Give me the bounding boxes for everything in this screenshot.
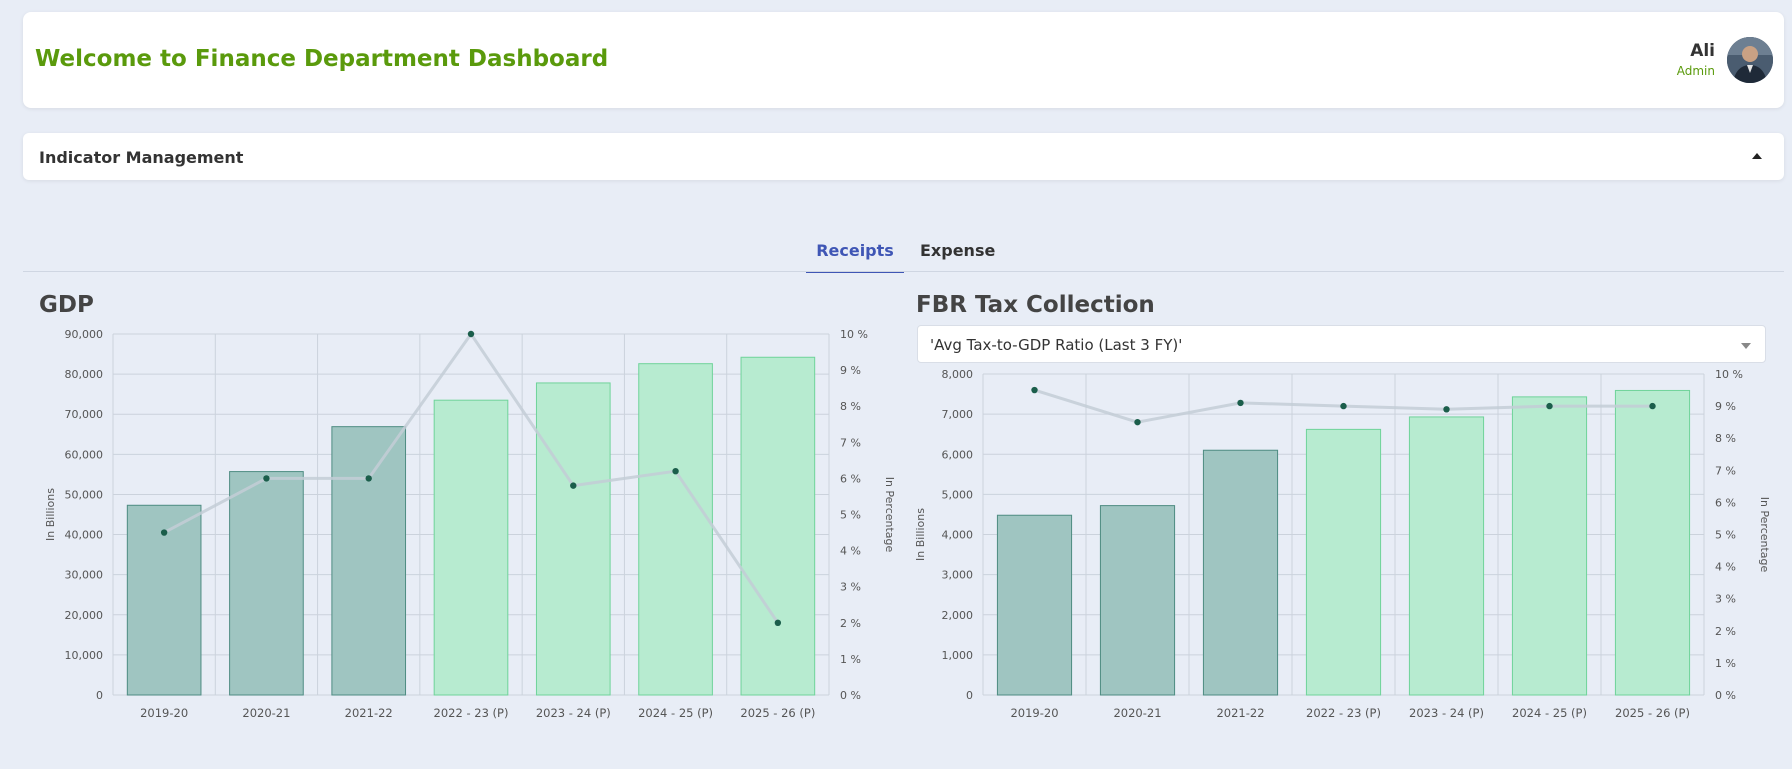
fbr-line-point bbox=[1443, 406, 1450, 413]
fbr-line-point bbox=[1546, 402, 1553, 410]
fbr-x-tick: 2023 - 24 (P) bbox=[1409, 706, 1484, 720]
fbr-y2-tick: 7 % bbox=[1715, 464, 1736, 477]
fbr-y-tick: 8,000 bbox=[942, 368, 974, 381]
fbr-chart: 0 1,000 2,000 3,000 4,000 5,000 6,000 7,000 8,00… bbox=[914, 368, 1771, 720]
fbr-y-tick: 2,000 bbox=[942, 609, 974, 622]
fbr-y2-axis-label: In Percentage bbox=[1758, 497, 1771, 573]
fbr-x-tick: 2021-22 bbox=[1216, 706, 1264, 720]
fbr-y-tick: 0 bbox=[966, 689, 973, 702]
fbr-line-point bbox=[1031, 386, 1038, 394]
fbr-line-point bbox=[1649, 402, 1656, 410]
fbr-y-tick: 7,000 bbox=[942, 408, 974, 421]
fbr-line-point bbox=[1134, 418, 1141, 426]
fbr-x-tick: 2020-21 bbox=[1113, 706, 1161, 720]
fbr-y2-tick: 5 % bbox=[1715, 529, 1736, 542]
fbr-y2-tick: 8 % bbox=[1715, 432, 1736, 445]
fbr-y-tick: 3,000 bbox=[942, 569, 974, 582]
fbr-bar bbox=[1614, 389, 1691, 696]
fbr-y2-tick: 6 % bbox=[1715, 496, 1736, 509]
fbr-bar bbox=[1202, 449, 1279, 696]
fbr-bar bbox=[1099, 505, 1176, 696]
fbr-y2-tick: 9 % bbox=[1715, 400, 1736, 413]
fbr-y-axis-label: In Billions bbox=[914, 508, 927, 561]
fbr-x-tick: 2022 - 23 (P) bbox=[1306, 706, 1381, 720]
fbr-x-tick: 2025 - 26 (P) bbox=[1615, 706, 1690, 720]
fbr-bar bbox=[1408, 416, 1485, 696]
fbr-bar bbox=[996, 514, 1073, 696]
fbr-x-tick: 2019-20 bbox=[1010, 706, 1058, 720]
fbr-x-tick: 2024 - 25 (P) bbox=[1512, 706, 1587, 720]
fbr-y-tick: 5,000 bbox=[942, 488, 974, 501]
fbr-bar bbox=[1511, 396, 1588, 696]
fbr-y-tick: 4,000 bbox=[942, 529, 974, 542]
fbr-y2-tick: 3 % bbox=[1715, 593, 1736, 606]
fbr-y2-tick: 2 % bbox=[1715, 625, 1736, 638]
fbr-bar bbox=[1305, 428, 1382, 696]
fbr-y-tick: 1,000 bbox=[942, 649, 974, 662]
fbr-y2-tick: 1 % bbox=[1715, 657, 1736, 670]
fbr-y-tick: 6,000 bbox=[942, 448, 974, 461]
fbr-line-point bbox=[1237, 399, 1244, 407]
fbr-line-point bbox=[1340, 402, 1347, 410]
fbr-y2-tick: 4 % bbox=[1715, 561, 1736, 574]
fbr-y2-tick: 10 % bbox=[1715, 368, 1743, 381]
fbr-y2-tick: 0 % bbox=[1715, 689, 1736, 702]
